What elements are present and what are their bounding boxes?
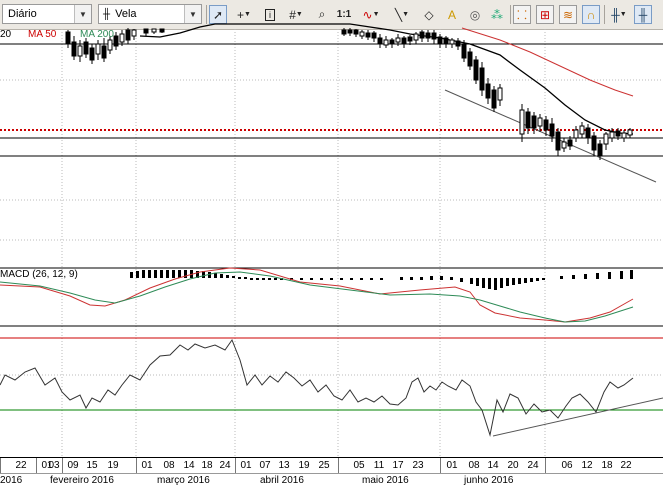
- axis-day: 22: [15, 460, 27, 471]
- support-trend-line[interactable]: [492, 397, 663, 437]
- axis-month: abril 2016: [260, 475, 304, 486]
- axis-day: 22: [620, 460, 632, 471]
- time-axis: 22 01 03 09 15 19 01 08 14 18 24 01 07 1…: [0, 457, 663, 489]
- axis-day: 14: [487, 460, 499, 471]
- candles: [65, 28, 633, 160]
- axis-month: fevereiro 2016: [50, 475, 114, 486]
- axis-day: 09: [67, 460, 79, 471]
- axis-day: 08: [163, 460, 175, 471]
- axis-day: 05: [353, 460, 365, 471]
- axis-day: 14: [183, 460, 195, 471]
- axis-month: maio 2016: [362, 475, 409, 486]
- axis-day: 24: [219, 460, 231, 471]
- axis-day: 23: [412, 460, 424, 471]
- axis-day: 19: [298, 460, 310, 471]
- axis-day: 01: [446, 460, 458, 471]
- chart-area: [0, 23, 663, 457]
- ma20-legend: 20: [0, 29, 12, 40]
- axis-day: 15: [86, 460, 98, 471]
- axis-day: 03: [48, 460, 60, 471]
- axis-day: 06: [561, 460, 573, 471]
- axis-day: 18: [201, 460, 213, 471]
- macd-histogram: [130, 270, 633, 290]
- axis-day: 11: [373, 460, 385, 471]
- axis-month: 2016: [0, 475, 23, 486]
- axis-month: junho 2016: [464, 475, 514, 486]
- axis-month: março 2016: [157, 475, 210, 486]
- axis-day: 12: [581, 460, 593, 471]
- oscillator-line: [0, 338, 634, 437]
- ma200-legend: MA 200: [80, 29, 114, 40]
- axis-day: 13: [278, 460, 290, 471]
- axis-day: 20: [507, 460, 519, 471]
- macd-line: [0, 267, 634, 323]
- axis-day: 07: [259, 460, 271, 471]
- axis-day: 18: [601, 460, 613, 471]
- ma50-legend: MA 50: [28, 29, 57, 40]
- axis-day: 25: [318, 460, 330, 471]
- axis-day: 17: [392, 460, 404, 471]
- axis-day: 01: [240, 460, 252, 471]
- axis-day: 24: [527, 460, 539, 471]
- axis-day: 01: [141, 460, 153, 471]
- macd-legend: MACD (26, 12, 9): [0, 269, 78, 280]
- axis-day: 19: [107, 460, 119, 471]
- axis-day: 08: [468, 460, 480, 471]
